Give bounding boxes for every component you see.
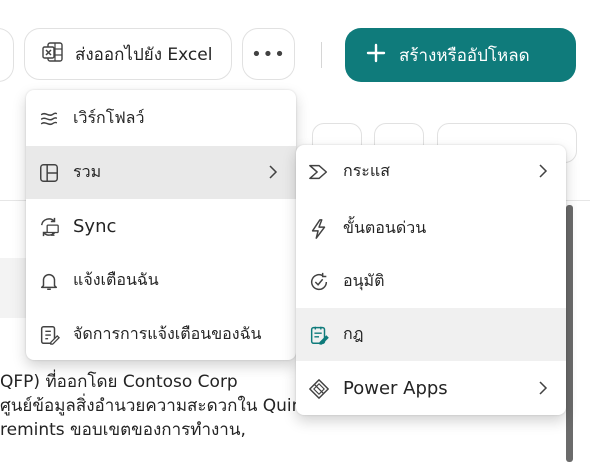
menu-item-manage-alerts-label: จัดการการแจ้งเตือนของฉัน bbox=[73, 324, 262, 343]
rules-icon bbox=[307, 323, 331, 347]
submenu-item-power-apps[interactable]: Power Apps bbox=[296, 362, 566, 415]
menu-item-alert-me[interactable]: แจ้งเตือนฉัน bbox=[26, 254, 296, 307]
preview-line-2: ศูนย์ข้อมูลสิ่งอำนวยความสะดวกใน Quincy, bbox=[0, 396, 328, 416]
excel-icon bbox=[41, 40, 65, 68]
workflow-icon bbox=[37, 107, 61, 131]
create-or-upload-button[interactable]: สร้างหรืออัปโหลด bbox=[345, 28, 576, 82]
toolbar-divider bbox=[321, 42, 322, 68]
menu-item-integrate[interactable]: รวม bbox=[26, 146, 296, 199]
submenu-item-rules[interactable]: กฎ bbox=[296, 308, 566, 361]
submenu-item-quick-steps-label: ขั้นตอนด่วน bbox=[343, 218, 427, 237]
submenu-item-rules-label: กฎ bbox=[343, 324, 364, 343]
menu-item-alert-me-label: แจ้งเตือนฉัน bbox=[73, 270, 159, 289]
power-automate-icon bbox=[307, 160, 331, 184]
submenu-item-power-apps-label: Power Apps bbox=[343, 378, 448, 399]
menu-item-workflow-label: เวิร์กโฟลว์ bbox=[73, 108, 145, 127]
preview-scrollbar[interactable] bbox=[566, 205, 573, 462]
plus-icon bbox=[365, 41, 387, 69]
export-to-excel-label: ส่งออกไปยัง Excel bbox=[75, 44, 213, 65]
bell-icon bbox=[37, 269, 61, 293]
integrate-icon bbox=[37, 161, 61, 185]
menu-item-sync[interactable]: Sync bbox=[26, 200, 296, 253]
power-apps-icon bbox=[307, 377, 331, 401]
preview-line-3: remints ขอบเขตของการทำงาน, bbox=[0, 420, 246, 440]
submenu-item-flows-label: กระแส bbox=[343, 161, 390, 180]
create-or-upload-label: สร้างหรืออัปโหลด bbox=[399, 45, 530, 66]
chevron-right-icon bbox=[539, 381, 548, 395]
menu-item-integrate-label: รวม bbox=[73, 162, 102, 181]
manage-alerts-icon bbox=[37, 323, 61, 347]
menu-item-workflow[interactable]: เวิร์กโฟลว์ bbox=[26, 92, 296, 145]
sync-icon bbox=[37, 215, 61, 239]
menu-item-manage-alerts[interactable]: จัดการการแจ้งเตือนของฉัน bbox=[26, 308, 296, 361]
more-options-menu: เวิร์กโฟลว์ รวม Sync แจ้งเตือนฉัน จัดการ… bbox=[26, 90, 296, 360]
previous-toolbar-button[interactable] bbox=[0, 28, 14, 82]
submenu-item-approvals-label: อนุมัติ bbox=[343, 271, 385, 290]
document-preview-text: QFP) ที่ออกโดย Contoso Corp ศูนย์ข้อมูลส… bbox=[0, 370, 340, 442]
preview-line-1: QFP) ที่ออกโดย Contoso Corp bbox=[0, 372, 238, 392]
submenu-item-flows[interactable]: กระแส bbox=[296, 145, 566, 198]
more-options-button[interactable]: ••• bbox=[242, 28, 295, 80]
lightning-icon bbox=[307, 217, 331, 241]
more-icon: ••• bbox=[251, 43, 286, 65]
export-to-excel-button[interactable]: ส่งออกไปยัง Excel bbox=[24, 28, 232, 80]
submenu-item-approvals[interactable]: อนุมัติ bbox=[296, 255, 566, 308]
chevron-right-icon bbox=[269, 165, 278, 179]
submenu-item-quick-steps[interactable]: ขั้นตอนด่วน bbox=[296, 202, 566, 255]
approval-icon bbox=[307, 270, 331, 294]
menu-item-sync-label: Sync bbox=[73, 216, 117, 237]
chevron-right-icon bbox=[539, 164, 548, 178]
integrate-submenu: กระแส ขั้นตอนด่วน อนุมัติ กฎ Power Apps bbox=[296, 145, 566, 415]
